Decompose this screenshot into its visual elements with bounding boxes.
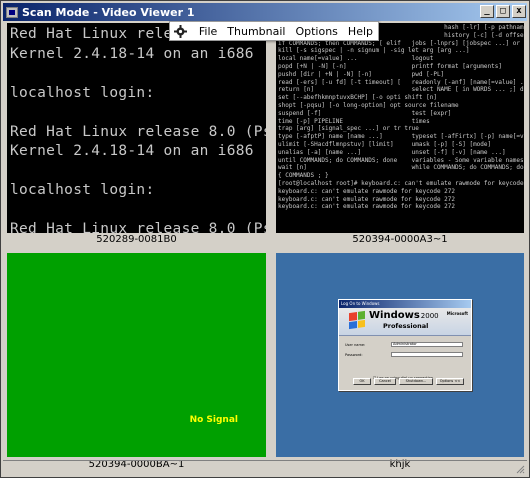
video-panel-2[interactable]: hash [-lr] [-p pathname] [-t] [na histor…: [276, 23, 524, 233]
maximize-button[interactable]: □: [496, 5, 510, 18]
video-panel-1[interactable]: Red Hat Linux release 8.0 (Psyche) Kerne…: [7, 23, 266, 233]
cancel-button[interactable]: Cancel: [374, 378, 396, 385]
logon-dialog-title: Log On to Windows: [339, 300, 471, 308]
windows-banner: Windows2000 Professional Microsoft: [339, 308, 471, 336]
console-screen-text: hash [-lr] [-p pathname] [-t] [na histor…: [278, 24, 524, 211]
no-signal-label: No Signal: [189, 415, 238, 425]
title-bar[interactable]: Scan Mode - Video Viewer 1 _ □ x: [3, 3, 527, 21]
status-bar: [3, 460, 527, 475]
video-panel-3[interactable]: No Signal: [7, 253, 266, 457]
windows-edition: Professional: [383, 322, 429, 330]
menu-item-file[interactable]: File: [194, 25, 222, 38]
close-button[interactable]: x: [512, 5, 526, 18]
windows-logo-icon: [349, 310, 365, 330]
user-name-label: User name:: [345, 343, 366, 347]
panel-caption-1: 520289-0081B0: [96, 234, 177, 245]
windows-wordmark: Windows2000: [369, 310, 439, 321]
options-button[interactable]: Options <<: [436, 378, 464, 385]
window-title: Scan Mode - Video Viewer 1: [22, 5, 195, 19]
user-name-field[interactable]: Administrator: [391, 342, 463, 347]
menu-item-thumbnail[interactable]: Thumbnail: [222, 25, 290, 38]
password-field[interactable]: [391, 352, 463, 357]
video-panel-4[interactable]: Log On to Windows Windows2000 Profession…: [276, 253, 524, 457]
menu-item-options[interactable]: Options: [290, 25, 342, 38]
ok-button[interactable]: OK: [353, 378, 371, 385]
video-viewer-window: Scan Mode - Video Viewer 1 _ □ x File Th…: [0, 0, 530, 478]
menu-item-help[interactable]: Help: [343, 25, 378, 38]
console-screen-text: Red Hat Linux release 8.0 (Psyche) Kerne…: [10, 26, 266, 233]
window-controls: _ □ x: [480, 5, 526, 18]
resize-grip-icon[interactable]: [515, 464, 525, 474]
shutdown-button[interactable]: Shutdown...: [399, 378, 433, 385]
microsoft-label: Microsoft: [446, 311, 468, 316]
app-icon: [6, 6, 18, 18]
password-label: Password:: [345, 353, 363, 357]
minimize-button[interactable]: _: [480, 5, 494, 18]
gear-icon[interactable]: [174, 24, 188, 38]
panel-caption-2: 520394-0000A3~1: [352, 234, 448, 245]
logon-dialog: Log On to Windows Windows2000 Profession…: [338, 299, 472, 391]
floating-menu-bar: File Thumbnail Options Help: [169, 21, 379, 41]
